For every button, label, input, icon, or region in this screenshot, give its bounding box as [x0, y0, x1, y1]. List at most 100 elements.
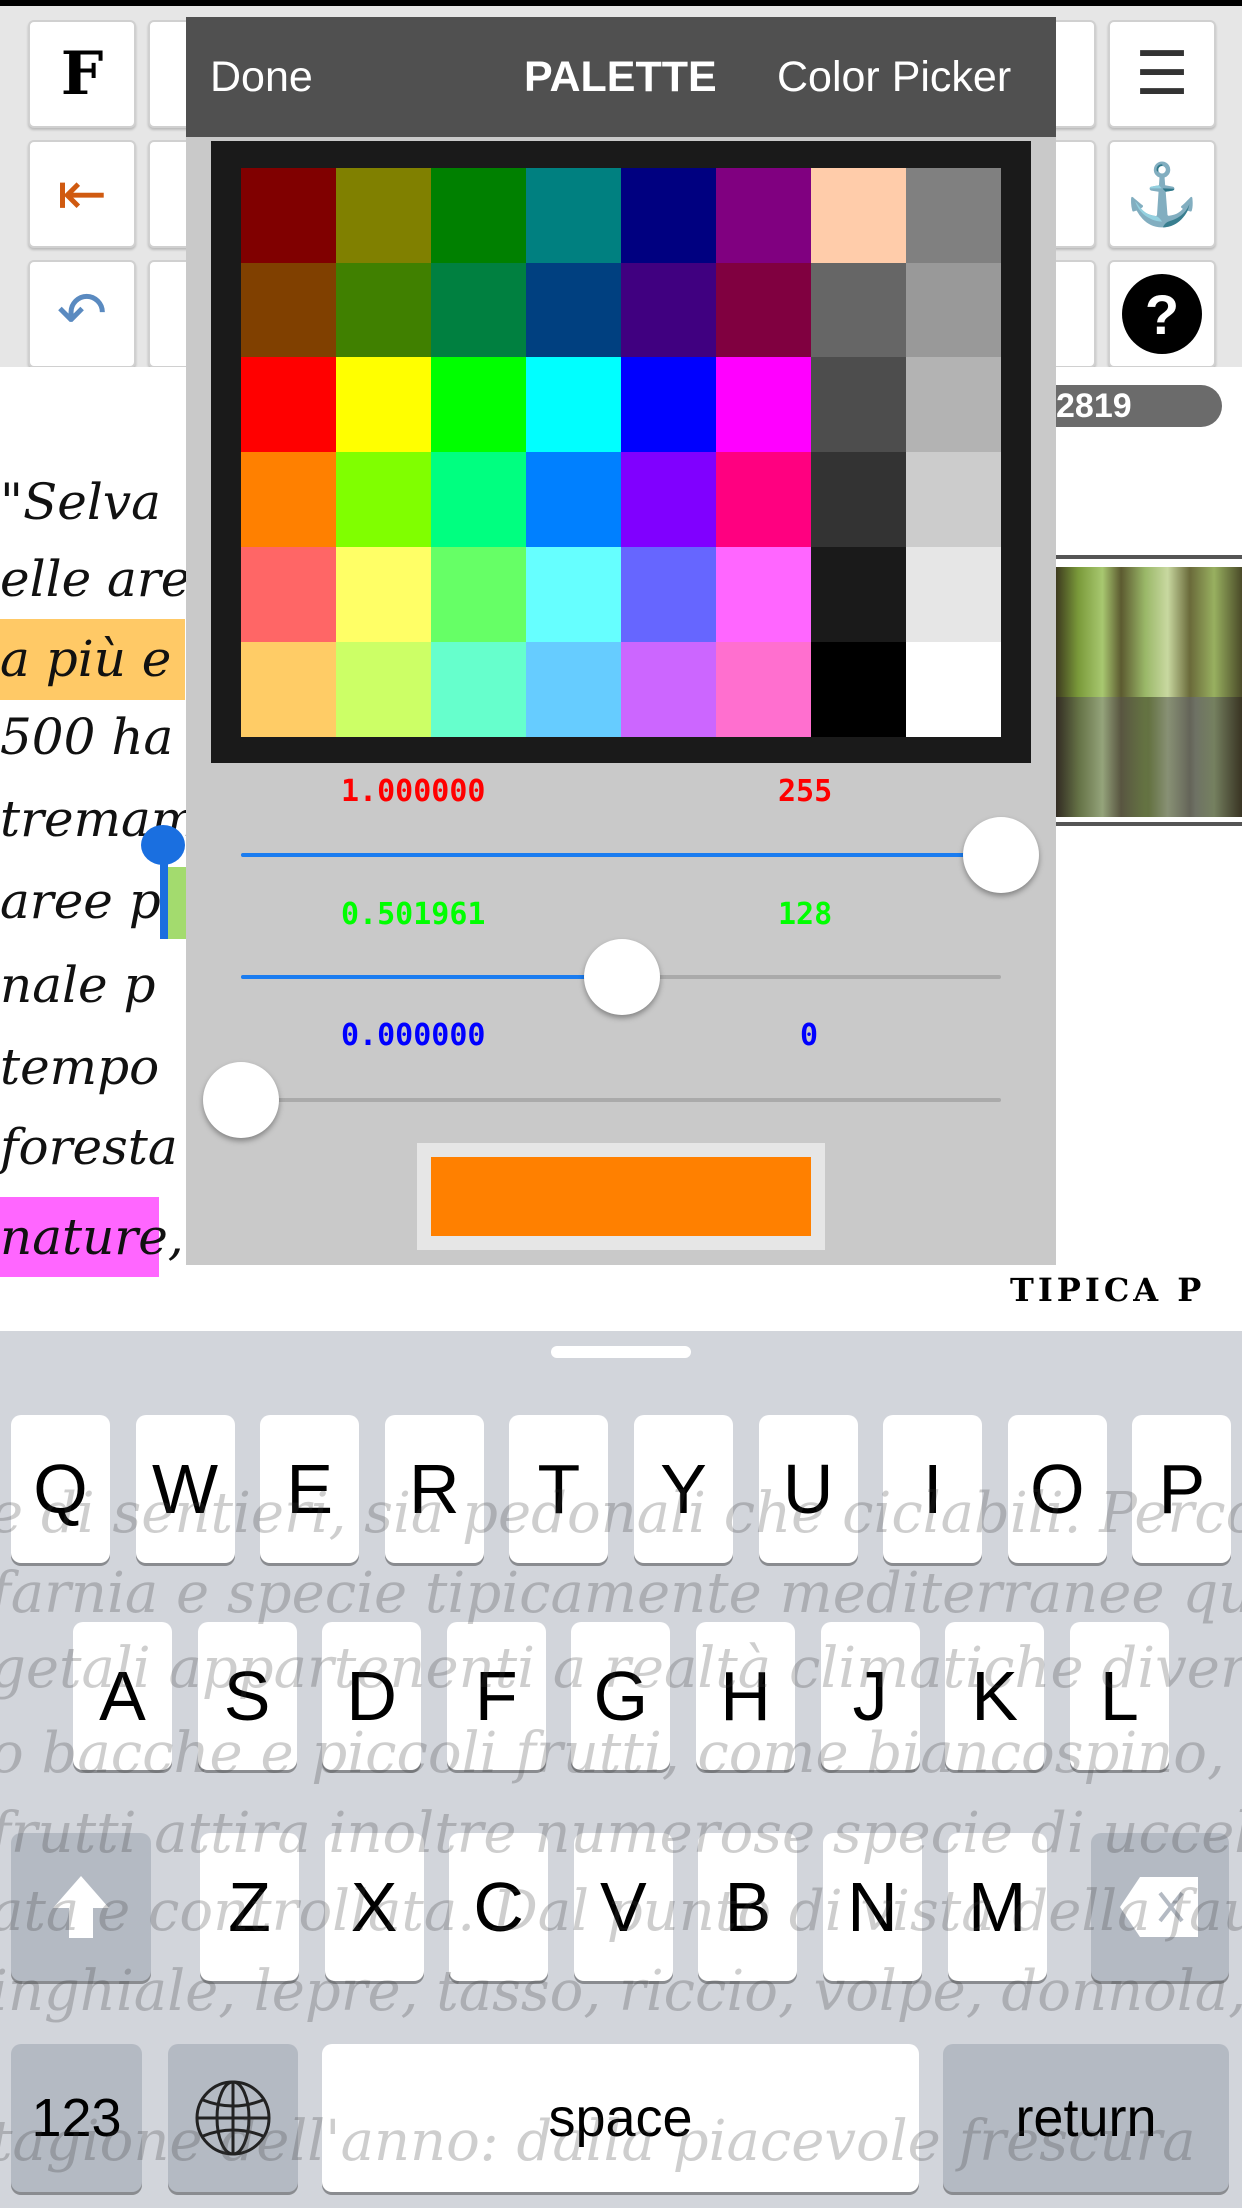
- palette-swatch[interactable]: [526, 452, 621, 548]
- keyboard-grabber[interactable]: [551, 1346, 691, 1358]
- palette-swatch[interactable]: [431, 262, 526, 358]
- palette-swatch[interactable]: [621, 452, 716, 548]
- palette-swatch[interactable]: [621, 168, 716, 263]
- forest-image[interactable]: [1056, 567, 1242, 817]
- palette-swatch[interactable]: [336, 262, 431, 358]
- color-preview-frame: [417, 1143, 825, 1250]
- shift-key[interactable]: [11, 1833, 151, 1981]
- palette-swatch[interactable]: [621, 546, 716, 642]
- key-k[interactable]: K: [945, 1622, 1045, 1770]
- palette-swatch[interactable]: [811, 452, 906, 548]
- palette-swatch[interactable]: [241, 452, 336, 548]
- key-h[interactable]: H: [696, 1622, 795, 1770]
- palette-swatch[interactable]: [526, 546, 621, 642]
- key-q[interactable]: Q: [11, 1415, 110, 1563]
- help-button[interactable]: ?: [1108, 260, 1216, 368]
- palette-swatch[interactable]: [621, 641, 716, 737]
- key-g[interactable]: G: [571, 1622, 671, 1770]
- key-m[interactable]: M: [947, 1833, 1047, 1981]
- key-b[interactable]: B: [698, 1833, 798, 1981]
- palette-swatch[interactable]: [811, 357, 906, 453]
- palette-swatch[interactable]: [906, 546, 1001, 642]
- key-e[interactable]: E: [260, 1415, 360, 1563]
- palette-swatch[interactable]: [811, 546, 906, 642]
- palette-swatch[interactable]: [526, 641, 621, 737]
- palette-swatch[interactable]: [906, 262, 1001, 358]
- key-n[interactable]: N: [823, 1833, 922, 1981]
- key-o[interactable]: O: [1007, 1415, 1107, 1563]
- blue-slider-thumb[interactable]: [203, 1062, 279, 1138]
- undo-button[interactable]: ↶: [28, 260, 136, 368]
- key-s[interactable]: S: [197, 1622, 297, 1770]
- green-slider-thumb[interactable]: [584, 939, 661, 1015]
- key-u[interactable]: U: [758, 1415, 858, 1563]
- key-x[interactable]: X: [324, 1833, 424, 1981]
- key-i[interactable]: I: [883, 1415, 983, 1563]
- color-preview-swatch[interactable]: [431, 1157, 811, 1236]
- outdent-button[interactable]: ⇤: [28, 140, 136, 248]
- palette-swatch[interactable]: [241, 262, 336, 358]
- red-slider-thumb[interactable]: [963, 817, 1039, 893]
- anchor-button[interactable]: ⚓: [1108, 140, 1216, 248]
- key-j[interactable]: J: [820, 1622, 920, 1770]
- palette-swatch[interactable]: [716, 168, 811, 263]
- key-z[interactable]: Z: [200, 1833, 299, 1981]
- palette-swatch[interactable]: [906, 452, 1001, 548]
- palette-swatch[interactable]: [336, 452, 431, 548]
- key-l[interactable]: L: [1069, 1622, 1169, 1770]
- palette-swatch[interactable]: [716, 546, 811, 642]
- delete-key[interactable]: [1091, 1833, 1229, 1981]
- numbers-key[interactable]: 123: [11, 2044, 142, 2192]
- key-d[interactable]: D: [322, 1622, 422, 1770]
- palette-swatch[interactable]: [906, 168, 1001, 263]
- tab-palette[interactable]: PALETTE: [524, 53, 717, 102]
- key-y[interactable]: Y: [634, 1415, 733, 1563]
- palette-swatch[interactable]: [241, 168, 336, 263]
- palette-swatch[interactable]: [716, 452, 811, 548]
- palette-swatch[interactable]: [431, 452, 526, 548]
- palette-swatch[interactable]: [716, 262, 811, 358]
- done-button[interactable]: Done: [210, 53, 313, 102]
- selection-handle-knob[interactable]: [141, 825, 185, 865]
- palette-swatch[interactable]: [241, 641, 336, 737]
- palette-swatch[interactable]: [811, 641, 906, 737]
- palette-swatch[interactable]: [811, 168, 906, 263]
- palette-swatch[interactable]: [526, 168, 621, 263]
- palette-swatch[interactable]: [906, 357, 1001, 453]
- palette-swatch[interactable]: [241, 546, 336, 642]
- key-f[interactable]: F: [446, 1622, 546, 1770]
- palette-swatch[interactable]: [336, 168, 431, 263]
- palette-swatch[interactable]: [906, 641, 1001, 737]
- blue-slider[interactable]: [241, 1098, 1001, 1102]
- tab-color-picker[interactable]: Color Picker: [777, 53, 1011, 102]
- palette-swatch[interactable]: [431, 546, 526, 642]
- palette-swatch[interactable]: [811, 262, 906, 358]
- palette-swatch[interactable]: [336, 546, 431, 642]
- key-p[interactable]: P: [1132, 1415, 1232, 1563]
- palette-swatch[interactable]: [336, 357, 431, 453]
- palette-swatch[interactable]: [621, 262, 716, 358]
- palette-swatch[interactable]: [621, 357, 716, 453]
- globe-key[interactable]: [168, 2044, 298, 2192]
- key-w[interactable]: W: [135, 1415, 235, 1563]
- key-c[interactable]: C: [449, 1833, 549, 1981]
- align-justify-button[interactable]: ☰: [1108, 20, 1216, 128]
- document-text-line: aree p: [0, 872, 161, 930]
- palette-swatch[interactable]: [431, 357, 526, 453]
- palette-swatch[interactable]: [431, 168, 526, 263]
- red-slider[interactable]: [241, 853, 1001, 857]
- key-a[interactable]: A: [73, 1622, 172, 1770]
- key-t[interactable]: T: [509, 1415, 609, 1563]
- return-key[interactable]: return: [943, 2044, 1229, 2192]
- key-v[interactable]: V: [573, 1833, 673, 1981]
- palette-swatch[interactable]: [431, 641, 526, 737]
- palette-swatch[interactable]: [241, 357, 336, 453]
- palette-swatch[interactable]: [336, 641, 431, 737]
- palette-swatch[interactable]: [526, 262, 621, 358]
- palette-swatch[interactable]: [716, 641, 811, 737]
- palette-swatch[interactable]: [526, 357, 621, 453]
- space-key[interactable]: space: [322, 2044, 919, 2192]
- key-r[interactable]: R: [384, 1415, 484, 1563]
- bold-f-button[interactable]: F: [28, 20, 136, 128]
- palette-swatch[interactable]: [716, 357, 811, 453]
